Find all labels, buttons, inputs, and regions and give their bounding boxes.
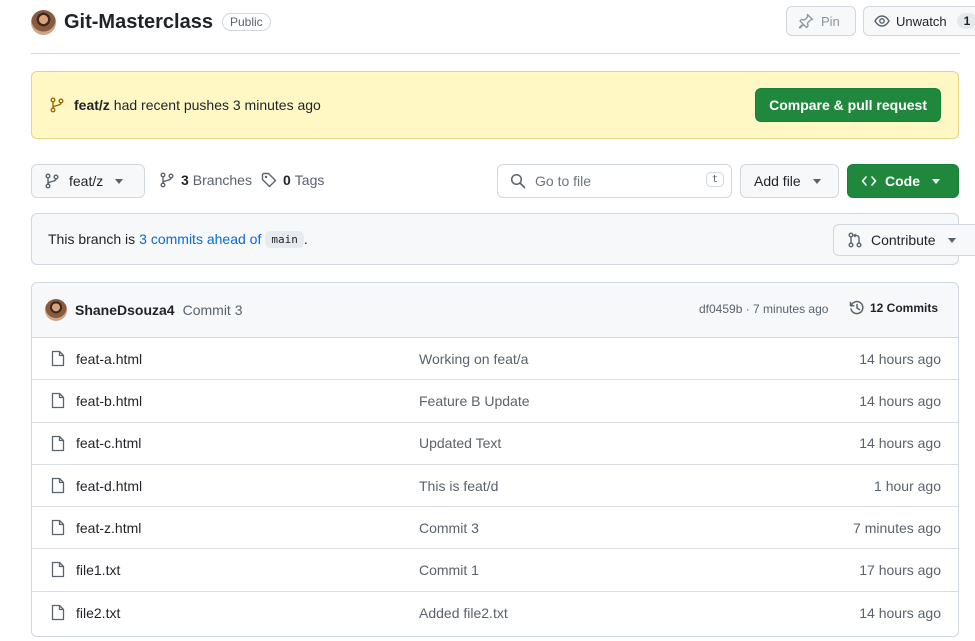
tags-label: Tags bbox=[294, 172, 325, 188]
file-commit-message[interactable]: This is feat/d bbox=[419, 478, 498, 494]
eye-icon bbox=[874, 13, 890, 29]
git-branch-icon bbox=[159, 172, 175, 188]
git-branch-icon bbox=[49, 97, 65, 113]
current-branch-label: feat/z bbox=[69, 173, 104, 189]
banner-text: had recent pushes 3 minutes ago bbox=[113, 97, 321, 113]
file-commit-message[interactable]: Commit 3 bbox=[419, 520, 479, 536]
commits-history-link[interactable]: 12 Commits bbox=[849, 300, 938, 316]
file-row[interactable]: file2.txt Added file2.txt 14 hours ago bbox=[32, 592, 958, 634]
git-branch-icon bbox=[44, 173, 60, 189]
tags-link[interactable]: 0 Tags bbox=[261, 172, 324, 188]
add-file-label: Add file bbox=[754, 173, 801, 189]
repo-header: Git-Masterclass Public Pin Unwatch 1 bbox=[31, 6, 975, 38]
pin-label: Pin bbox=[821, 13, 840, 29]
branch-status-suffix: . bbox=[303, 231, 308, 247]
pin-button[interactable]: Pin bbox=[786, 6, 856, 36]
file-icon bbox=[51, 392, 65, 409]
code-label: Code bbox=[885, 173, 920, 189]
tags-count: 0 bbox=[283, 172, 291, 188]
file-commit-date: 14 hours ago bbox=[859, 604, 941, 621]
commit-author[interactable]: ShaneDsouza4 bbox=[75, 302, 175, 318]
file-commit-date: 14 hours ago bbox=[859, 392, 941, 409]
file-row[interactable]: file1.txt Commit 1 17 hours ago bbox=[32, 549, 958, 592]
branches-link[interactable]: 3 Branches bbox=[159, 172, 252, 188]
go-to-file-input[interactable]: Go to file t bbox=[497, 164, 732, 198]
file-commit-date: 17 hours ago bbox=[859, 562, 941, 579]
file-icon bbox=[51, 561, 65, 578]
go-to-file-placeholder: Go to file bbox=[535, 173, 592, 189]
file-list: ShaneDsouza4 Commit 3 df0459b · 7 minute… bbox=[31, 282, 959, 637]
banner-branch-name[interactable]: feat/z bbox=[74, 97, 110, 113]
file-icon bbox=[51, 435, 65, 452]
file-row[interactable]: feat-b.html Feature B Update 14 hours ag… bbox=[32, 380, 958, 423]
file-icon bbox=[51, 604, 65, 621]
branch-status-box: This branch is 3 commits ahead of main .… bbox=[31, 213, 975, 265]
file-name[interactable]: feat-z.html bbox=[76, 520, 141, 536]
branch-status-prefix: This branch is bbox=[48, 231, 136, 247]
latest-commit-header: ShaneDsouza4 Commit 3 df0459b · 7 minute… bbox=[32, 283, 958, 338]
header-divider bbox=[31, 53, 960, 54]
file-commit-date: 14 hours ago bbox=[859, 350, 941, 367]
file-name[interactable]: file1.txt bbox=[76, 562, 120, 578]
search-icon bbox=[510, 173, 526, 189]
file-name[interactable]: feat-c.html bbox=[76, 435, 141, 451]
watch-count: 1 bbox=[956, 13, 975, 29]
pin-icon bbox=[798, 13, 814, 29]
file-name[interactable]: feat-b.html bbox=[76, 393, 142, 409]
unwatch-label: Unwatch bbox=[896, 13, 947, 29]
chevron-down-icon bbox=[812, 178, 821, 184]
base-branch-code: main bbox=[265, 230, 304, 248]
file-icon bbox=[51, 350, 65, 367]
file-icon bbox=[51, 519, 65, 536]
commits-count-label: 12 Commits bbox=[870, 301, 939, 315]
recent-push-banner: feat/z had recent pushes 3 minutes ago C… bbox=[31, 71, 959, 139]
author-avatar[interactable] bbox=[45, 299, 67, 321]
branches-count: 3 bbox=[181, 172, 189, 188]
chevron-down-icon bbox=[115, 178, 124, 184]
code-button[interactable]: Code bbox=[847, 164, 959, 198]
owner-avatar[interactable] bbox=[31, 9, 56, 35]
pull-request-icon bbox=[847, 232, 863, 248]
file-row[interactable]: feat-z.html Commit 3 7 minutes ago bbox=[32, 507, 958, 550]
file-name[interactable]: feat-d.html bbox=[76, 478, 142, 494]
file-name[interactable]: file2.txt bbox=[76, 605, 120, 621]
history-icon bbox=[849, 300, 865, 316]
file-row[interactable]: feat-c.html Updated Text 14 hours ago bbox=[32, 423, 958, 465]
code-icon bbox=[861, 173, 877, 189]
contribute-label: Contribute bbox=[871, 232, 936, 248]
visibility-badge: Public bbox=[221, 13, 271, 31]
tag-icon bbox=[261, 172, 277, 188]
chevron-down-icon bbox=[947, 237, 956, 243]
compare-pull-request-button[interactable]: Compare & pull request bbox=[755, 88, 941, 122]
commit-message[interactable]: Commit 3 bbox=[183, 302, 243, 318]
file-commit-message[interactable]: Added file2.txt bbox=[419, 605, 508, 621]
chevron-down-icon bbox=[932, 178, 940, 184]
contribute-button[interactable]: Contribute bbox=[833, 224, 975, 256]
branch-selector[interactable]: feat/z bbox=[31, 164, 145, 198]
file-commit-date: 7 minutes ago bbox=[853, 519, 941, 536]
commit-sha-time[interactable]: df0459b · 7 minutes ago bbox=[699, 302, 828, 316]
file-name[interactable]: feat-a.html bbox=[76, 351, 142, 367]
shortcut-key: t bbox=[705, 172, 724, 187]
commits-ahead-link[interactable]: 3 commits ahead of bbox=[139, 231, 261, 247]
add-file-button[interactable]: Add file bbox=[740, 164, 839, 198]
unwatch-button[interactable]: Unwatch 1 bbox=[863, 6, 975, 36]
file-row[interactable]: feat-d.html This is feat/d 1 hour ago bbox=[32, 465, 958, 508]
file-commit-message[interactable]: Feature B Update bbox=[419, 393, 530, 409]
file-icon bbox=[51, 477, 65, 494]
file-commit-message[interactable]: Working on feat/a bbox=[419, 351, 528, 367]
file-commit-date: 1 hour ago bbox=[874, 477, 941, 494]
branches-label: Branches bbox=[192, 172, 252, 188]
file-commit-message[interactable]: Updated Text bbox=[419, 435, 501, 451]
file-commit-date: 14 hours ago bbox=[859, 435, 941, 452]
repo-name[interactable]: Git-Masterclass bbox=[64, 11, 213, 34]
file-row[interactable]: feat-a.html Working on feat/a 14 hours a… bbox=[32, 338, 958, 381]
file-commit-message[interactable]: Commit 1 bbox=[419, 562, 479, 578]
